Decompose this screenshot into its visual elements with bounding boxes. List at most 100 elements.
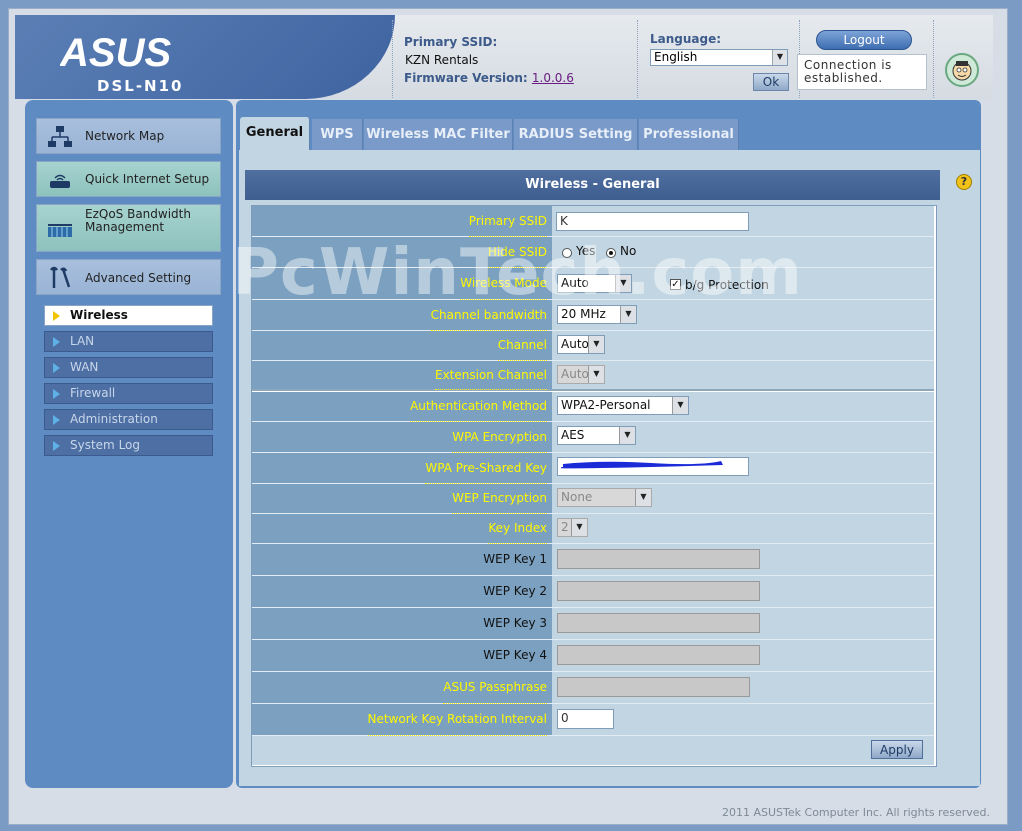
help-icon[interactable]: ?: [956, 174, 972, 190]
wep-encryption-label[interactable]: WEP Encryption: [452, 484, 547, 514]
field-label: Key Index: [252, 514, 552, 544]
channel-bandwidth-select[interactable]: 20 MHz ▼: [557, 305, 637, 324]
wpa-psk-input[interactable]: [557, 457, 749, 476]
qos-icon: [48, 224, 72, 237]
channel-bandwidth-label[interactable]: Channel bandwidth: [430, 300, 547, 331]
menu-item-label: Network Map: [85, 129, 165, 143]
submenu-wan[interactable]: WAN: [44, 357, 213, 378]
field-label: Hide SSID: [252, 237, 552, 268]
extension-channel-value: Auto: [561, 367, 589, 381]
ok-button[interactable]: Ok: [753, 73, 789, 91]
wep-key-1-input[interactable]: [557, 549, 760, 569]
primary-ssid-label[interactable]: Primary SSID: [468, 206, 547, 237]
key-index-label[interactable]: Key Index: [488, 514, 547, 544]
tab-wps[interactable]: WPS: [312, 119, 363, 150]
submenu-firewall[interactable]: Firewall: [44, 383, 213, 404]
tab-wireless-mac-filter[interactable]: Wireless MAC Filter: [364, 119, 513, 150]
submenu-label: WAN: [70, 360, 99, 374]
channel-select[interactable]: Auto ▼: [557, 335, 605, 354]
wep-key-1-label: WEP Key 1: [483, 552, 547, 566]
wep-key-4-label: WEP Key 4: [483, 648, 547, 662]
submenu-system-log[interactable]: System Log: [44, 435, 213, 456]
chevron-down-icon: ▼: [571, 519, 587, 536]
wireless-mode-select[interactable]: Auto ▼: [557, 274, 632, 293]
menu-item-ezqos[interactable]: EzQoS Bandwidth Management: [36, 204, 221, 252]
firmware-label: Firmware Version: 1.0.0.6: [404, 71, 574, 85]
authentication-method-label[interactable]: Authentication Method: [410, 392, 547, 422]
wep-encryption-select[interactable]: None ▼: [557, 488, 652, 507]
wpa-psk-label[interactable]: WPA Pre-Shared Key: [425, 453, 547, 484]
hide-ssid-yes-radio[interactable]: [562, 248, 572, 258]
firmware-label-text: Firmware Version:: [404, 71, 528, 85]
apply-button[interactable]: Apply: [871, 740, 923, 759]
menu-item-advanced-setting[interactable]: Advanced Setting: [36, 259, 221, 295]
copyright-footer: 2011 ASUSTek Computer Inc. All rights re…: [722, 806, 990, 819]
asus-passphrase-input[interactable]: [557, 677, 750, 697]
key-rotation-input[interactable]: 0: [557, 709, 614, 729]
submenu-label: System Log: [70, 438, 140, 452]
field-value-cell: [552, 361, 934, 389]
wep-key-4-input[interactable]: [557, 645, 760, 665]
field-label: Primary SSID: [252, 206, 552, 237]
wpa-encryption-label[interactable]: WPA Encryption: [452, 422, 547, 453]
field-label: WEP Encryption: [252, 484, 552, 514]
tab-radius-setting[interactable]: RADIUS Setting: [514, 119, 638, 150]
bg-protection-checkbox[interactable]: ✓: [670, 279, 681, 290]
network-map-icon: [48, 126, 72, 147]
logo-text: ASUS: [60, 37, 171, 69]
arrow-right-icon: [53, 311, 60, 321]
channel-label[interactable]: Channel: [497, 331, 547, 361]
extension-channel-select[interactable]: Auto ▼: [557, 365, 605, 384]
language-label: Language:: [650, 32, 722, 46]
menu-item-label: EzQoS Bandwidth Management: [85, 207, 191, 234]
primary-ssid-input[interactable]: K: [556, 212, 749, 231]
language-select[interactable]: English ▼: [650, 49, 788, 66]
hide-ssid-label[interactable]: Hide SSID: [487, 237, 547, 268]
field-label: WEP Key 4: [252, 640, 552, 671]
menu-item-network-map[interactable]: Network Map: [36, 118, 221, 154]
chevron-down-icon: ▼: [615, 275, 631, 292]
arrow-right-icon: [53, 337, 60, 347]
wpa-encryption-select[interactable]: AES ▼: [557, 426, 636, 445]
chevron-down-icon: ▼: [635, 489, 651, 506]
wireless-mode-label[interactable]: Wireless Mode: [460, 268, 547, 300]
menu-item-label: Quick Internet Setup: [85, 172, 210, 186]
status-avatar-icon[interactable]: [945, 53, 979, 87]
wep-encryption-value: None: [561, 490, 593, 504]
wep-key-2-input[interactable]: [557, 581, 760, 601]
wireless-mode-value: Auto: [561, 276, 589, 290]
bg-protection-label: b/g Protection: [685, 278, 769, 292]
arrow-right-icon: [53, 441, 60, 451]
hide-ssid-no-label: No: [620, 244, 637, 258]
chevron-down-icon: ▼: [672, 397, 688, 414]
primary-ssid-label: Primary SSID:: [404, 35, 498, 49]
tab-general[interactable]: General: [240, 117, 310, 150]
key-index-select[interactable]: 2 ▼: [557, 518, 588, 537]
submenu-label: Wireless: [70, 308, 128, 322]
apply-row: [252, 736, 934, 765]
field-label: Wireless Mode: [252, 268, 552, 300]
submenu-wireless[interactable]: Wireless: [44, 305, 213, 326]
submenu-lan[interactable]: LAN: [44, 331, 213, 352]
chevron-down-icon: ▼: [588, 366, 604, 383]
hide-ssid-no-radio[interactable]: [606, 248, 616, 258]
field-label: Network Key Rotation Interval: [252, 704, 552, 736]
firmware-version-link[interactable]: 1.0.0.6: [532, 71, 574, 85]
connection-status-tooltip: Connection is established.: [797, 54, 927, 90]
tab-professional[interactable]: Professional: [639, 119, 739, 150]
menu-item-quick-internet-setup[interactable]: Quick Internet Setup: [36, 161, 221, 197]
field-label: WEP Key 3: [252, 608, 552, 639]
submenu-label: Firewall: [70, 386, 116, 400]
hide-ssid-yes-label: Yes: [576, 244, 596, 258]
model-name: DSL-N10: [97, 77, 184, 95]
logout-button[interactable]: Logout: [816, 30, 912, 50]
arrow-right-icon: [53, 363, 60, 373]
authentication-method-select[interactable]: WPA2-Personal ▼: [557, 396, 689, 415]
submenu-administration[interactable]: Administration: [44, 409, 213, 430]
wep-key-3-input[interactable]: [557, 613, 760, 633]
key-index-value: 2: [561, 520, 569, 534]
key-rotation-label[interactable]: Network Key Rotation Interval: [367, 704, 547, 736]
asus-passphrase-label[interactable]: ASUS Passphrase: [443, 672, 547, 704]
extension-channel-label[interactable]: Extension Channel: [435, 361, 547, 390]
submenu-label: LAN: [70, 334, 95, 348]
